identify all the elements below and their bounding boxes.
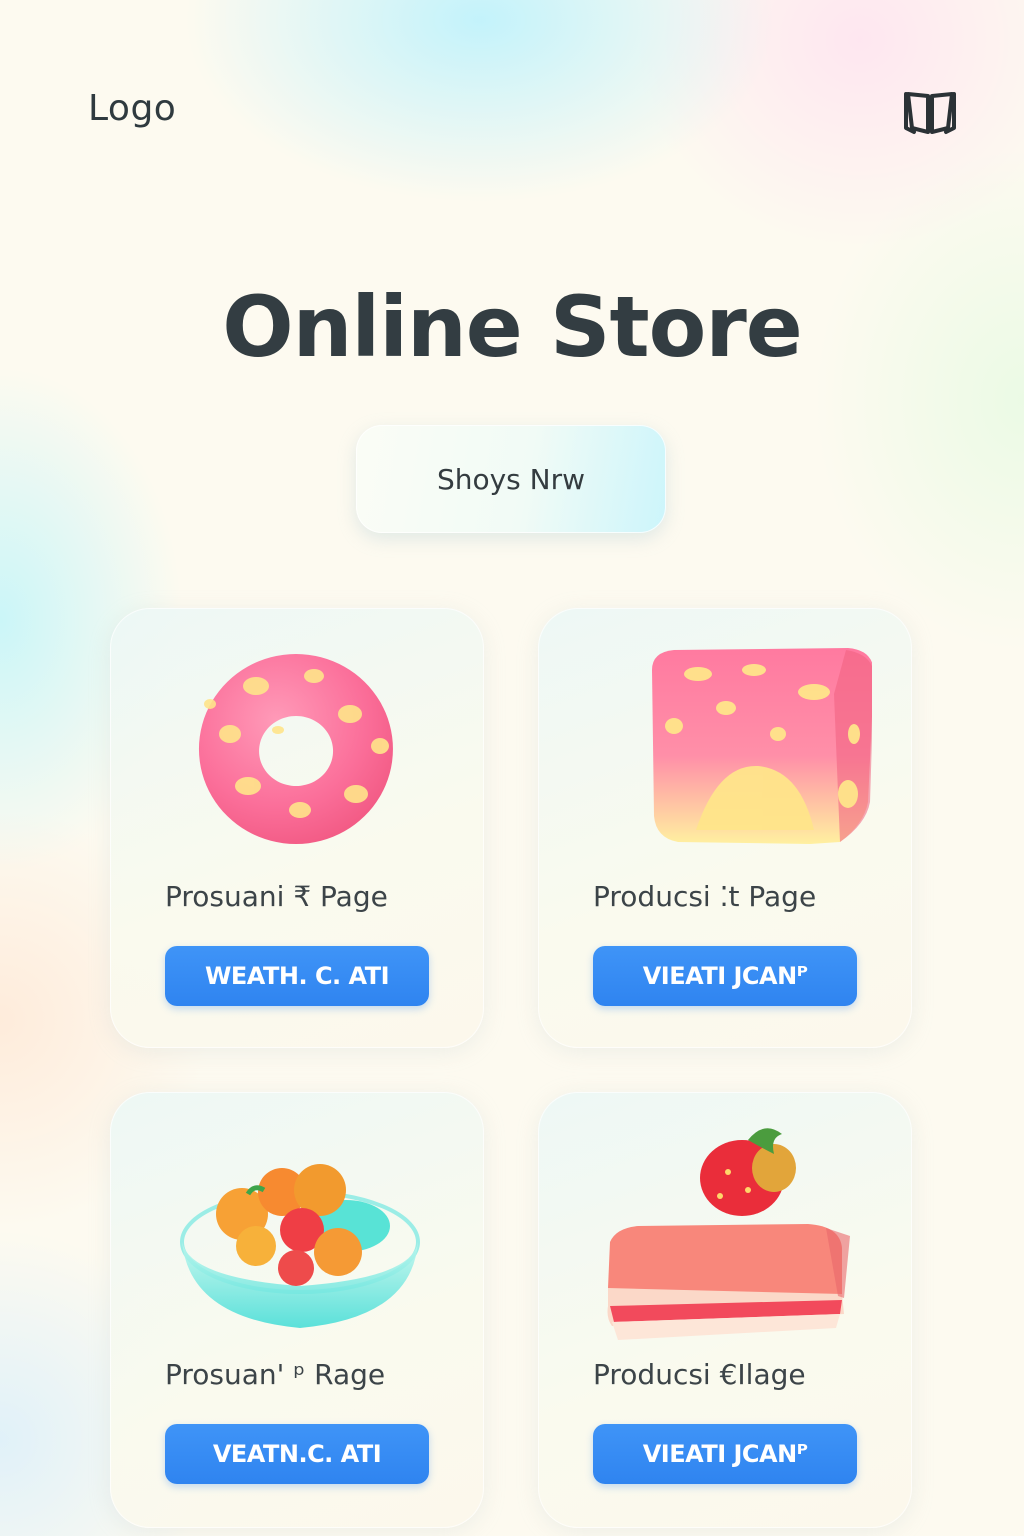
fruit-bowl-image bbox=[180, 1164, 420, 1328]
view-cart-button[interactable]: VIEATI JCANᴾ bbox=[593, 1424, 857, 1484]
strawberry-cake-image bbox=[607, 1128, 850, 1340]
product-title: Prosuani ₹ Page bbox=[165, 880, 388, 913]
open-book-icon[interactable] bbox=[902, 88, 958, 138]
view-cart-button[interactable]: VIEATI JCANᴾ bbox=[593, 946, 857, 1006]
product-title: Prosuan' ᵖ Rage bbox=[165, 1358, 386, 1391]
product-card[interactable]: Prosuani ₹ Page WEATH. C. ATI bbox=[110, 608, 484, 1048]
shop-now-button[interactable]: Shoys Nrw bbox=[356, 425, 666, 533]
product-card[interactable]: Producsi ⁚t Page VIEATI JCANᴾ bbox=[538, 608, 912, 1048]
product-grid: Prosuani ₹ Page WEATH. C. ATI Producsi ⁚… bbox=[0, 0, 1024, 1536]
pink-donut-image bbox=[198, 654, 393, 844]
product-card[interactable]: Producsi €Ilage VIEATI JCANᴾ bbox=[538, 1092, 912, 1528]
product-title: Producsi ⁚t Page bbox=[593, 880, 817, 913]
product-title: Producsi €Ilage bbox=[593, 1358, 806, 1391]
page-title: Online Store bbox=[222, 278, 803, 376]
pink-cube-image bbox=[652, 648, 872, 844]
product-card[interactable]: Prosuan' ᵖ Rage VEATN.C. ATI bbox=[110, 1092, 484, 1528]
logo[interactable]: Logo bbox=[88, 88, 176, 129]
app-header: Logo bbox=[0, 0, 1024, 220]
view-cart-button[interactable]: WEATH. C. ATI bbox=[165, 946, 429, 1006]
view-cart-button[interactable]: VEATN.C. ATI bbox=[165, 1424, 429, 1484]
